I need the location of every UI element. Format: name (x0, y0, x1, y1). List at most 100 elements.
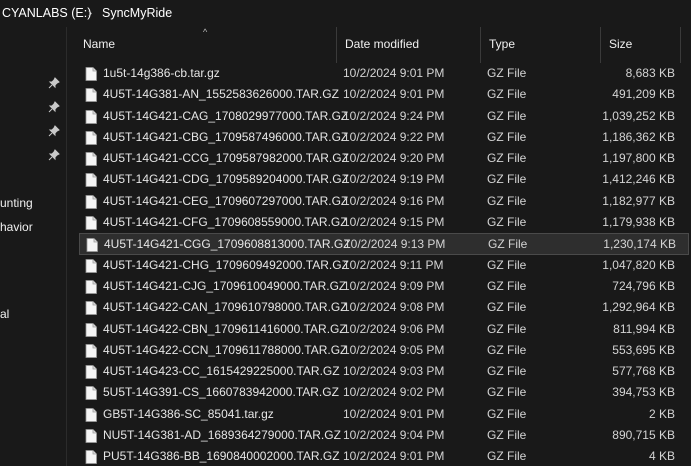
nav-item-accounting[interactable]: unting (0, 196, 33, 210)
file-row[interactable]: 4U5T-14G421-CJG_1709610049000.TAR.GZ 10/2… (79, 276, 689, 297)
file-name[interactable]: 4U5T-14G421-CFG_1709608559000.TAR.GZ (103, 212, 348, 233)
file-type: GZ File (487, 66, 527, 80)
pin-icon[interactable] (48, 125, 60, 137)
file-date-modified: 10/2/2024 9:22 PM (343, 129, 445, 144)
file-row[interactable]: 1u5t-14g386-cb.tar.gz 10/2/2024 9:01 PM GZ… (79, 63, 689, 84)
file-name[interactable]: 4U5T-14G421-CAG_1708029977000.TAR.GZ (103, 106, 348, 127)
file-size: 1,292,964 KB (602, 300, 675, 315)
pin-icon[interactable] (48, 101, 60, 113)
file-type: GZ File (487, 278, 527, 293)
file-name[interactable]: 4U5T-14G381-AN_1552583626000.TAR.GZ (103, 84, 339, 105)
file-size: 2 KB (648, 406, 675, 421)
file-name[interactable]: 4U5T-14G423-CC_1615429225000.TAR.GZ (103, 361, 340, 382)
file-type: GZ File (487, 321, 527, 336)
file-name[interactable]: 4U5T-14G422-CCN_1709611788000.TAR.GZ (103, 340, 347, 361)
file-row[interactable]: 4U5T-14G421-CFG_1709608559000.TAR.GZ 10/2… (79, 212, 689, 233)
nav-item-behavior[interactable]: havior (0, 220, 33, 234)
file-date-modified: 10/2/2024 9:01 PM (343, 449, 445, 464)
file-name[interactable]: GB5T-14G386-SC_85041.tar.gz (103, 404, 274, 425)
file-icon (86, 238, 98, 253)
file-size: 724,796 KB (612, 278, 675, 293)
column-header-name[interactable]: Name (75, 27, 337, 63)
file-date-modified: 10/2/2024 9:03 PM (343, 364, 445, 379)
file-row[interactable]: 4U5T-14G421-CCG_1709587982000.TAR.GZ 10/2… (79, 148, 689, 169)
column-header-date-modified[interactable]: Date modified (337, 27, 481, 63)
file-type: GZ File (487, 87, 527, 102)
file-row[interactable]: 5U5T-14G391-CS_1660783942000.TAR.GZ 10/2/… (79, 382, 689, 403)
file-date-modified: 10/2/2024 9:01 PM (343, 87, 445, 102)
file-type: GZ File (487, 129, 527, 144)
file-size: 8,683 KB (625, 66, 675, 80)
file-row[interactable]: 4U5T-14G422-CCN_1709611788000.TAR.GZ 10/2… (79, 340, 689, 361)
file-date-modified: 10/2/2024 9:19 PM (343, 172, 445, 187)
file-row[interactable]: PU5T-14G386-BB_1690840002000.TAR.GZ 10/2/… (79, 446, 689, 466)
file-icon (85, 407, 97, 422)
file-name[interactable]: 4U5T-14G421-CGG_1709608813000.TAR.GZ (104, 234, 351, 255)
file-icon (85, 343, 97, 358)
pin-icon[interactable] (48, 77, 60, 89)
file-name[interactable]: 4U5T-14G421-CHG_1709609492000.TAR.GZ (103, 255, 349, 276)
file-date-modified: 10/2/2024 9:15 PM (343, 215, 445, 230)
file-name[interactable]: NU5T-14G381-AD_1689364279000.TAR.GZ (103, 425, 341, 446)
file-row[interactable]: 4U5T-14G421-CDG_1709589204000.TAR.GZ 10/2… (79, 169, 689, 190)
file-size: 394,753 KB (612, 385, 675, 400)
file-type: GZ File (487, 342, 527, 357)
file-type: GZ File (487, 385, 527, 400)
file-size: 1,047,820 KB (602, 257, 675, 272)
file-name[interactable]: 4U5T-14G421-CBG_1709587496000.TAR.GZ (103, 127, 348, 148)
file-row[interactable]: NU5T-14G381-AD_1689364279000.TAR.GZ 10/2/… (79, 425, 689, 446)
file-row[interactable]: 4U5T-14G421-CGG_1709608813000.TAR.GZ 10/2… (79, 233, 689, 255)
file-type: GZ File (487, 406, 527, 421)
file-date-modified: 10/2/2024 9:05 PM (343, 342, 445, 357)
breadcrumb-folder[interactable]: SyncMyRide (102, 6, 172, 20)
file-row[interactable]: 4U5T-14G421-CAG_1708029977000.TAR.GZ 10/2… (79, 106, 689, 127)
navigation-pane[interactable]: unting havior al (0, 27, 66, 466)
file-row[interactable]: 4U5T-14G421-CHG_1709609492000.TAR.GZ 10/2… (79, 255, 689, 276)
file-date-modified: 10/2/2024 9:04 PM (343, 428, 445, 443)
file-list[interactable]: ^ Name Date modified Type Size 1u5t-14g3… (67, 27, 691, 466)
file-row[interactable]: 4U5T-14G421-CBG_1709587496000.TAR.GZ 10/2… (79, 127, 689, 148)
file-icon (85, 450, 97, 465)
file-name[interactable]: 4U5T-14G421-CEG_1709607297000.TAR.GZ (103, 191, 348, 212)
file-icon (85, 216, 97, 230)
file-name[interactable]: 4U5T-14G421-CJG_1709610049000.TAR.GZ (103, 276, 346, 297)
breadcrumb-drive[interactable]: CYANLABS (E:) (2, 6, 91, 20)
file-row[interactable]: 4U5T-14G381-AN_1552583626000.TAR.GZ 10/2/… (79, 84, 689, 105)
file-size: 1,182,977 KB (602, 193, 675, 208)
file-type: GZ File (487, 151, 527, 166)
file-size: 1,179,938 KB (602, 215, 675, 230)
file-rows: 1u5t-14g386-cb.tar.gz 10/2/2024 9:01 PM GZ… (67, 63, 691, 466)
file-type: GZ File (488, 237, 528, 252)
file-row[interactable]: 4U5T-14G422-CAN_1709610798000.TAR.GZ 10/2… (79, 297, 689, 318)
file-icon (85, 109, 97, 124)
pin-icon[interactable] (48, 149, 60, 161)
file-name[interactable]: PU5T-14G386-BB_1690840002000.TAR.GZ (103, 446, 340, 466)
file-name[interactable]: 1u5t-14g386-cb.tar.gz (103, 63, 220, 84)
file-name[interactable]: 4U5T-14G422-CBN_1709611416000.TAR.GZ (103, 319, 347, 340)
file-row[interactable]: 4U5T-14G423-CC_1615429225000.TAR.GZ 10/2/… (79, 361, 689, 382)
file-icon (85, 258, 97, 273)
file-name[interactable]: 4U5T-14G421-CDG_1709589204000.TAR.GZ (103, 169, 349, 190)
file-type: GZ File (487, 172, 527, 187)
file-name[interactable]: 4U5T-14G422-CAN_1709610798000.TAR.GZ (103, 297, 348, 318)
file-icon (85, 429, 97, 443)
breadcrumb-separator[interactable]: › (88, 6, 92, 20)
file-type: GZ File (487, 449, 527, 464)
file-type: GZ File (487, 300, 527, 315)
address-bar[interactable]: CYANLABS (E:) › SyncMyRide (0, 0, 691, 27)
nav-item-local[interactable]: al (0, 307, 9, 321)
file-date-modified: 10/2/2024 9:09 PM (343, 278, 445, 293)
file-size: 1,230,174 KB (603, 237, 676, 252)
column-header-size[interactable]: Size (601, 27, 681, 63)
file-row[interactable]: 4U5T-14G421-CEG_1709607297000.TAR.GZ 10/2… (79, 191, 689, 212)
file-date-modified: 10/2/2024 9:11 PM (343, 257, 444, 272)
column-header-type[interactable]: Type (481, 27, 601, 63)
file-name[interactable]: 5U5T-14G391-CS_1660783942000.TAR.GZ (103, 382, 339, 403)
file-row[interactable]: 4U5T-14G422-CBN_1709611416000.TAR.GZ 10/2… (79, 319, 689, 340)
file-size: 1,039,252 KB (602, 108, 675, 123)
file-date-modified: 10/2/2024 9:13 PM (344, 237, 446, 252)
file-name[interactable]: 4U5T-14G421-CCG_1709587982000.TAR.GZ (103, 148, 349, 169)
file-row[interactable]: GB5T-14G386-SC_85041.tar.gz 10/2/2024 9:0… (79, 404, 689, 425)
file-type: GZ File (487, 215, 527, 230)
file-size: 811,994 KB (613, 321, 675, 336)
